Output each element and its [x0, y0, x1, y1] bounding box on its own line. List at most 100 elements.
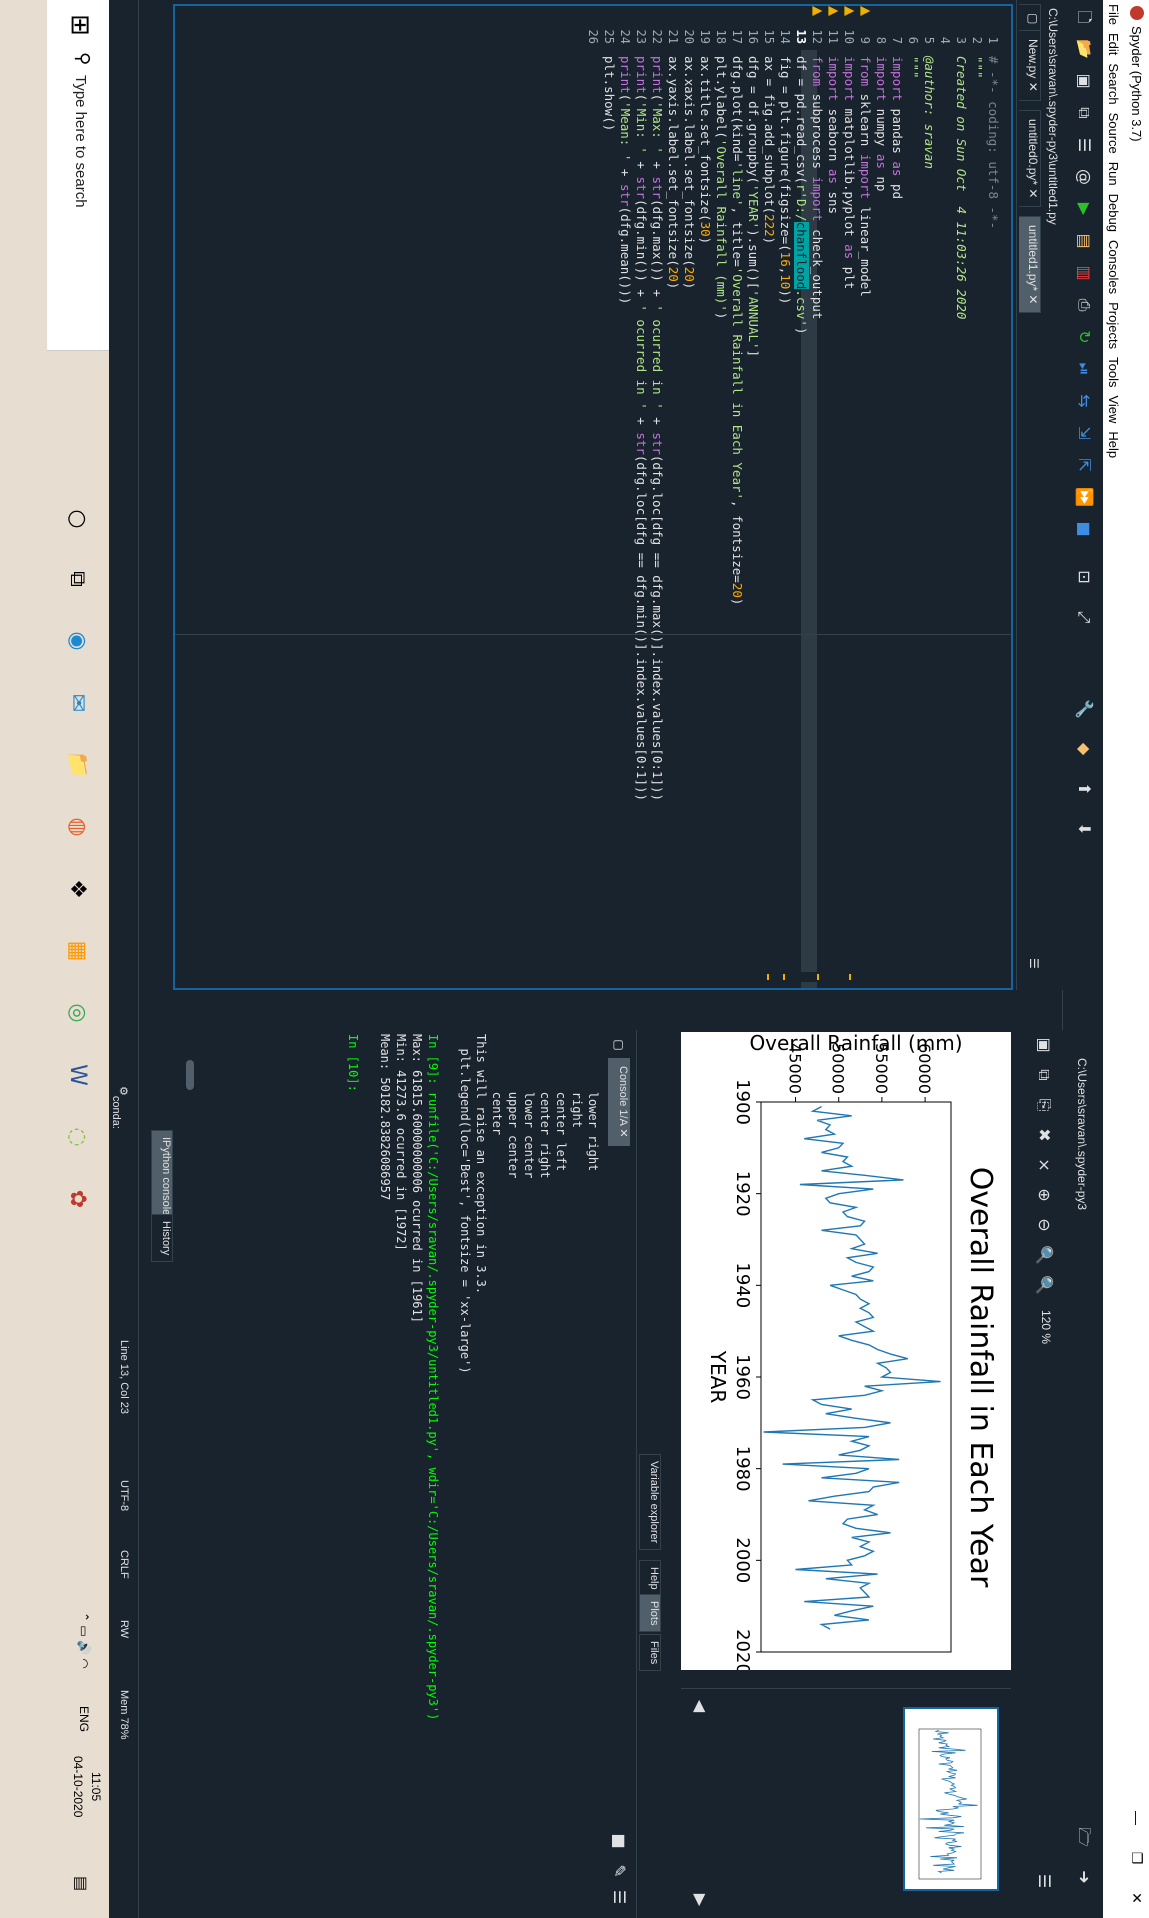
- warning-icon[interactable]: ▲: [825, 6, 841, 16]
- code-line[interactable]: import numpy as np: [873, 56, 889, 191]
- menu-debug[interactable]: Debug: [1107, 194, 1122, 232]
- zoom-level[interactable]: 120 %: [1039, 1310, 1053, 1344]
- code-line[interactable]: dfg.plot(kind='line', title='Overall Rai…: [729, 56, 745, 605]
- amazon-icon[interactable]: ▦: [59, 932, 97, 970]
- code-line[interactable]: ax.xaxis.label.set_fontsize(20): [681, 56, 697, 289]
- windows-start-icon[interactable]: ⊞: [65, 14, 95, 36]
- menu-search[interactable]: Search: [1107, 63, 1122, 104]
- zoom-out-icon[interactable]: 🔍: [1033, 1274, 1055, 1296]
- zoom-in-icon[interactable]: 🔍: [1033, 1244, 1055, 1266]
- code-line[interactable]: # -*- coding: utf-8 -*-: [985, 56, 1001, 229]
- stop-icon[interactable]: ■: [1073, 518, 1095, 540]
- fullscreen-icon[interactable]: ⤢: [1073, 606, 1095, 628]
- edge-icon[interactable]: ◉: [59, 622, 97, 660]
- console-output[interactable]: lower right right center left center rig…: [180, 1034, 600, 1904]
- tab-ipython-console[interactable]: IPython console: [151, 1130, 173, 1223]
- plot-thumbnail[interactable]: [903, 1707, 999, 1891]
- python-path-icon[interactable]: ◆: [1073, 738, 1095, 760]
- warning-icon[interactable]: ▲: [841, 6, 857, 16]
- tab-plots[interactable]: Plots: [639, 1594, 661, 1633]
- previous-plot-icon[interactable]: ⊕: [1033, 1184, 1055, 1206]
- firefox-icon[interactable]: ◍: [59, 808, 97, 846]
- menu-projects[interactable]: Projects: [1107, 302, 1122, 349]
- code-line[interactable]: df = pd.read_csv(r'D:/chanflood.csv'): [793, 56, 809, 334]
- app-icon[interactable]: ◌: [59, 1118, 97, 1156]
- save-plot-icon[interactable]: ▣: [1033, 1034, 1055, 1056]
- language-indicator[interactable]: ENG: [77, 1706, 91, 1732]
- code-editor[interactable]: 1 2 3 4 5 6 7 8 9 ▲ 10 ▲ 11 ▲ 12 ▲ 13 14 15 16 17 18 19 20 21 22 2…: [173, 4, 1013, 990]
- code-line[interactable]: print('Max: ' + str(dfg.max()) + ' ocurr…: [649, 56, 665, 801]
- menu-consoles[interactable]: Consoles: [1107, 240, 1122, 294]
- tab-files[interactable]: Files: [639, 1634, 661, 1672]
- spyder-taskbar-icon[interactable]: ✿: [59, 1180, 97, 1218]
- save-all-plots-icon[interactable]: ⧉: [1033, 1064, 1055, 1086]
- code-line[interactable]: print('Mean: ' + str(dfg.mean())): [617, 56, 633, 304]
- tab-history[interactable]: History: [151, 1214, 173, 1263]
- code-line[interactable]: dfg = df.groupby('YEAR').sum()['ANNUAL']: [745, 56, 761, 357]
- remove-all-plots-icon[interactable]: ⨯: [1033, 1154, 1055, 1176]
- editor-tab[interactable]: New.py ✕: [1019, 30, 1041, 101]
- maximize-button[interactable]: ❐: [1125, 1838, 1149, 1878]
- step-return-icon[interactable]: ⇱: [1073, 454, 1095, 476]
- code-line[interactable]: import pandas as pd: [889, 56, 905, 199]
- taskbar-search[interactable]: ⊞ ⚲ Type here to search: [47, 0, 109, 351]
- forward-icon[interactable]: ⬆: [1073, 778, 1095, 800]
- clock-time[interactable]: 11:05: [89, 1772, 103, 1801]
- clock-date[interactable]: 04-10-2020: [71, 1756, 85, 1817]
- code-line[interactable]: """: [969, 56, 985, 79]
- code-line[interactable]: Created on Sun Oct 4 11:03:26 2020: [953, 56, 969, 319]
- notification-icon[interactable]: ▤: [71, 1876, 91, 1891]
- tab-variable-explorer[interactable]: Variable explorer: [639, 1454, 661, 1551]
- menu-edit[interactable]: Edit: [1107, 33, 1122, 55]
- run-icon[interactable]: ▶: [1073, 198, 1095, 220]
- console-tab[interactable]: Console 1/A ✕: [608, 1058, 630, 1146]
- working-directory-field[interactable]: C:\Users\sravan\.spyder-py3: [1071, 1048, 1093, 1708]
- code-area[interactable]: # -*- coding: utf-8 -*- """ Created on Sun…: [175, 56, 1011, 988]
- task-view-icon[interactable]: ⧉: [59, 560, 97, 598]
- close-button[interactable]: ✕: [1125, 1878, 1149, 1918]
- code-line[interactable]: """: [905, 56, 921, 79]
- editor-tab-active[interactable]: untitled1.py* ✕: [1019, 216, 1041, 314]
- tray-icons[interactable]: ⌃ ▭ 🔊 ◠: [77, 1612, 91, 1669]
- code-line[interactable]: plt.ylabel('Overall Rainfall (mm)'): [713, 56, 729, 319]
- cortana-icon[interactable]: ○: [59, 500, 97, 538]
- console-browse-icon[interactable]: ▢: [608, 1034, 630, 1056]
- save-icon[interactable]: ▣: [1073, 70, 1095, 92]
- code-line[interactable]: plt.show(): [601, 56, 617, 131]
- stop-kernel-icon[interactable]: ■: [608, 1830, 630, 1852]
- next-plot-icon[interactable]: ⊖: [1033, 1214, 1055, 1236]
- run-cell-advance-icon[interactable]: ▥: [1073, 262, 1095, 284]
- new-file-icon[interactable]: 🗋: [1073, 6, 1095, 28]
- code-line[interactable]: ax.yaxis.label.set_fontsize(20): [665, 56, 681, 289]
- menu-source[interactable]: Source: [1107, 113, 1122, 154]
- console-edit-icon[interactable]: ✎: [608, 1860, 630, 1882]
- browse-tabs-icon[interactable]: ▢: [1019, 4, 1041, 34]
- code-line[interactable]: import seaborn as sns: [825, 56, 841, 214]
- parent-directory-icon[interactable]: ➜: [1073, 1866, 1095, 1888]
- minimize-button[interactable]: —: [1125, 1798, 1149, 1838]
- run-cell-icon[interactable]: ▤: [1073, 230, 1095, 252]
- plots-options-icon[interactable]: ☰: [1033, 1870, 1055, 1892]
- run-selection-icon[interactable]: ⎙: [1073, 294, 1095, 316]
- menu-tools[interactable]: Tools: [1107, 357, 1122, 387]
- open-file-icon[interactable]: 📂: [1073, 38, 1095, 60]
- at-icon[interactable]: @: [1073, 166, 1095, 188]
- list-icon[interactable]: ☰: [1073, 134, 1095, 156]
- dropbox-icon[interactable]: ❖: [59, 870, 97, 908]
- scrollbar-thumb[interactable]: [186, 1060, 194, 1090]
- scroll-right-icon[interactable]: ▶: [689, 1889, 711, 1911]
- step-icon[interactable]: ⇆: [1073, 390, 1095, 412]
- warning-icon[interactable]: ▲: [857, 6, 873, 16]
- remove-plot-icon[interactable]: ✖: [1033, 1124, 1055, 1146]
- code-line[interactable]: from sklearn import linear_model: [857, 56, 873, 297]
- menu-file[interactable]: File: [1107, 4, 1122, 25]
- editor-tab[interactable]: untitled0.py* ✕: [1019, 110, 1041, 208]
- mail-icon[interactable]: ✉: [59, 684, 97, 722]
- menu-view[interactable]: View: [1107, 395, 1122, 423]
- continue-icon[interactable]: ⏩: [1073, 486, 1095, 508]
- copy-plot-icon[interactable]: ⎘: [1033, 1094, 1055, 1116]
- save-all-icon[interactable]: ⧉: [1073, 102, 1095, 124]
- menu-run[interactable]: Run: [1107, 162, 1122, 186]
- browse-directory-icon[interactable]: 🗁: [1073, 1826, 1095, 1848]
- maximize-pane-icon[interactable]: ⊡: [1073, 566, 1095, 588]
